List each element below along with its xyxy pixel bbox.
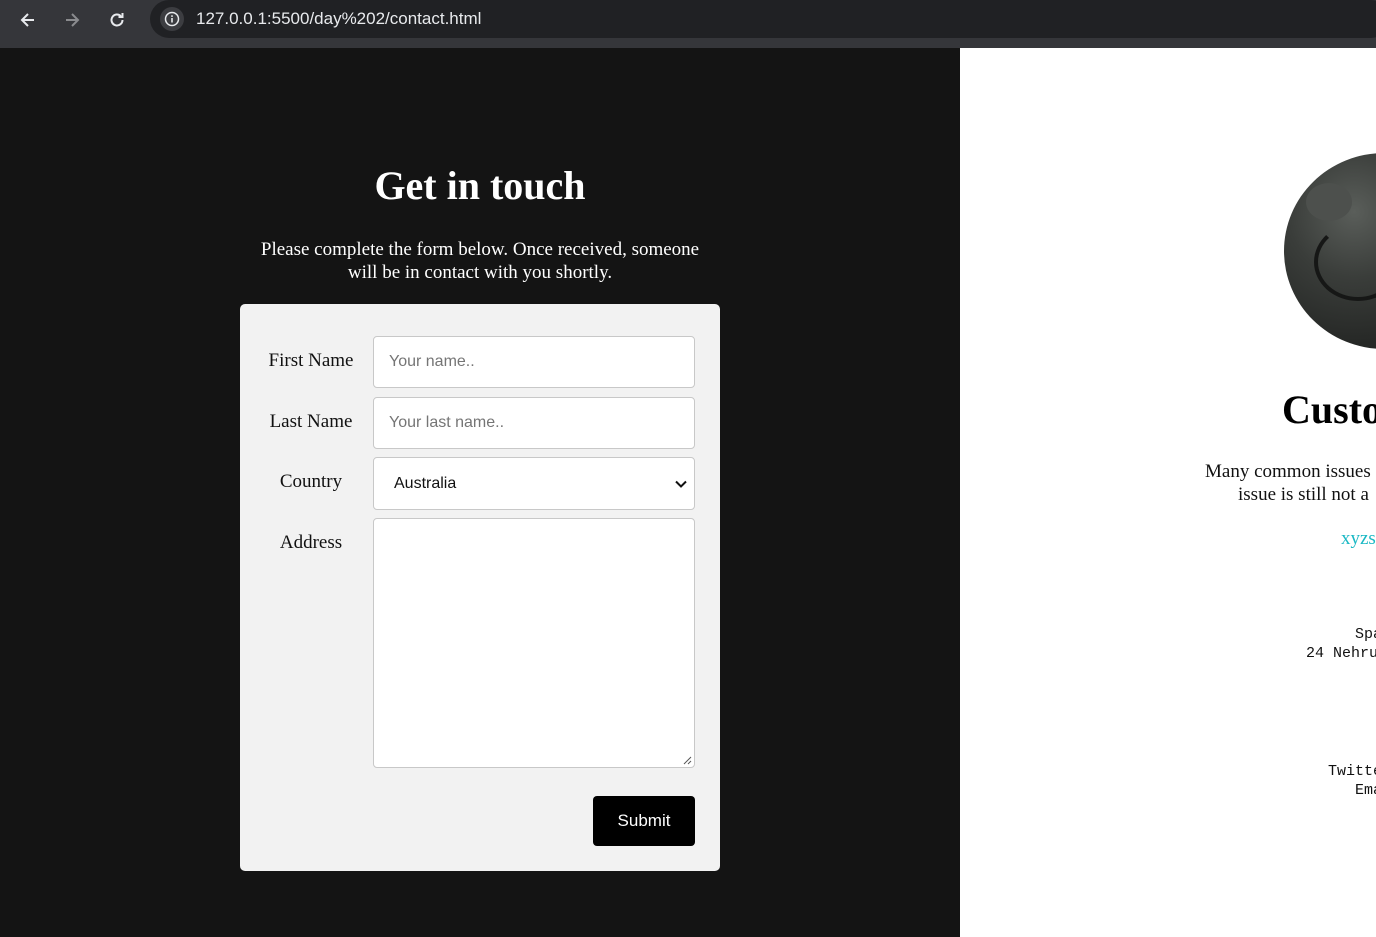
reload-icon	[110, 13, 124, 27]
address-label: Address	[279, 532, 343, 553]
photo-detail	[1306, 183, 1352, 221]
last-name-input[interactable]: Your last name..	[373, 397, 695, 449]
address-bar[interactable]: 127.0.0.1:5500/day%202/contact.html	[150, 0, 1376, 38]
address-textarea[interactable]	[373, 518, 695, 768]
back-button[interactable]	[12, 6, 44, 34]
submit-button[interactable]: Submit	[593, 796, 695, 846]
intro-line-1: Please complete the form below. Once rec…	[260, 239, 700, 260]
support-section: Custo Many common issues issue is still …	[960, 48, 1376, 937]
address-line-1: Spa	[1355, 626, 1376, 643]
site-info-icon[interactable]	[160, 7, 184, 31]
first-name-input[interactable]: Your name..	[373, 336, 695, 388]
country-selected-value: Australia	[394, 475, 457, 492]
reload-button[interactable]	[101, 6, 133, 34]
country-label: Country	[279, 471, 343, 492]
support-email-link[interactable]: xyzs	[1341, 528, 1376, 550]
first-name-label: First Name	[268, 350, 354, 371]
address-line-2: 24 Nehru	[1306, 645, 1376, 662]
country-select[interactable]: Australia	[373, 457, 695, 510]
last-name-label: Last Name	[269, 411, 353, 432]
chevron-down-icon	[675, 480, 687, 488]
contact-section: Get in touch Please complete the form be…	[0, 48, 960, 937]
forward-button[interactable]	[56, 6, 88, 34]
photo-detail	[1314, 223, 1376, 301]
arrow-left-icon	[20, 13, 34, 27]
arrow-right-icon	[66, 13, 80, 27]
contact-form: First Name Your name.. Last Name Your la…	[240, 304, 720, 871]
support-text-line-2: issue is still not a	[1238, 484, 1369, 505]
support-title: Custo	[1282, 387, 1376, 432]
social-line-2: Ema	[1355, 782, 1376, 799]
support-photo	[1284, 153, 1376, 349]
social-line-1: Twitte	[1328, 763, 1376, 780]
support-text-line-1: Many common issues	[1205, 461, 1371, 482]
resize-grip-icon[interactable]	[682, 755, 692, 765]
page-title: Get in touch	[374, 163, 586, 208]
url-text: 127.0.0.1:5500/day%202/contact.html	[196, 9, 482, 28]
browser-toolbar: 127.0.0.1:5500/day%202/contact.html	[0, 0, 1376, 48]
intro-text: Please complete the form below. Once rec…	[240, 238, 720, 284]
intro-line-2: will be in contact with you shortly.	[347, 262, 613, 283]
